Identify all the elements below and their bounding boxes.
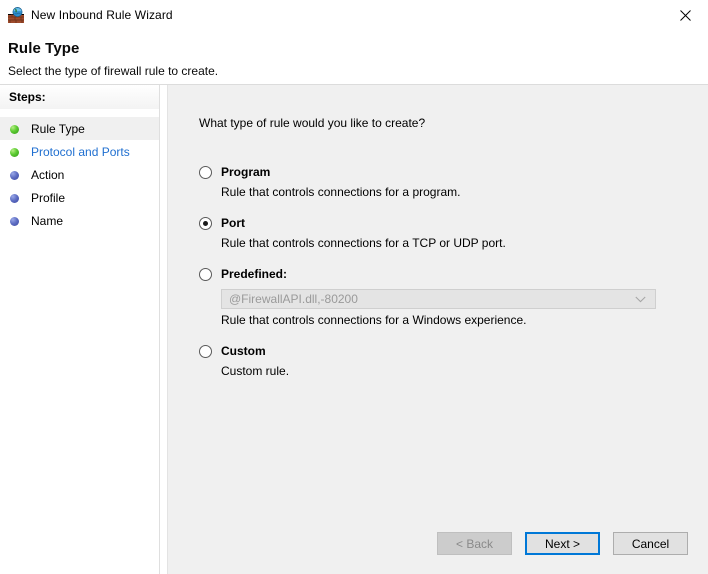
- option-predefined[interactable]: Predefined: @FirewallAPI.dll,-80200 Rule…: [199, 265, 689, 327]
- question-label: What type of rule would you like to crea…: [199, 116, 426, 130]
- option-description: Rule that controls connections for a pro…: [221, 185, 461, 199]
- option-description: Rule that controls connections for a Win…: [221, 313, 527, 327]
- back-button[interactable]: < Back: [437, 532, 512, 555]
- page-header: Rule Type Select the type of firewall ru…: [0, 30, 708, 84]
- option-custom[interactable]: Custom Custom rule.: [199, 342, 689, 378]
- option-label: Custom: [221, 344, 266, 358]
- option-label: Port: [221, 216, 245, 230]
- radio-custom[interactable]: [199, 344, 212, 358]
- sidebar-item-name[interactable]: Name: [0, 209, 159, 232]
- option-label: Program: [221, 165, 271, 179]
- radio-program[interactable]: [199, 165, 212, 179]
- option-label: Predefined:: [221, 267, 288, 281]
- title-bar: New Inbound Rule Wizard: [0, 0, 708, 30]
- steps-heading: Steps:: [9, 90, 46, 104]
- firewall-globe-icon: [8, 7, 24, 23]
- next-button[interactable]: Next >: [525, 532, 600, 555]
- option-description: Rule that controls connections for a TCP…: [221, 236, 506, 250]
- sidebar-item-label[interactable]: Protocol and Ports: [31, 145, 130, 159]
- option-description: Custom rule.: [221, 364, 290, 378]
- step-bullet-icon: [10, 147, 19, 157]
- steps-list: Rule Type Protocol and Ports Action Prof…: [0, 117, 159, 232]
- radio-port[interactable]: [199, 216, 212, 230]
- chevron-down-icon: [635, 296, 646, 303]
- window-title: New Inbound Rule Wizard: [31, 8, 173, 22]
- steps-header: Steps:: [0, 85, 159, 109]
- step-bullet-icon: [10, 124, 19, 134]
- predefined-combobox-value: @FirewallAPI.dll,-80200: [229, 292, 358, 306]
- wizard-buttons: < Back Next > Cancel: [437, 532, 689, 557]
- close-icon[interactable]: [662, 0, 708, 30]
- rule-type-radio-group: Program Rule that controls connections f…: [199, 163, 689, 378]
- steps-sidebar: Steps: Rule Type Protocol and Ports Acti…: [0, 85, 160, 574]
- sidebar-item-label: Name: [31, 213, 64, 228]
- cancel-button[interactable]: Cancel: [613, 532, 688, 555]
- sidebar-item-label: Profile: [31, 190, 66, 205]
- step-bullet-icon: [10, 193, 19, 203]
- sidebar-item-label: Action: [31, 167, 65, 182]
- content-pane: What type of rule would you like to crea…: [167, 85, 708, 574]
- step-bullet-icon: [10, 170, 19, 180]
- page-title: Rule Type: [8, 40, 80, 57]
- sidebar-item-profile[interactable]: Profile: [0, 186, 159, 209]
- step-bullet-icon: [10, 216, 19, 226]
- radio-predefined[interactable]: [199, 267, 212, 281]
- option-program[interactable]: Program Rule that controls connections f…: [199, 163, 689, 199]
- page-subtitle: Select the type of firewall rule to crea…: [8, 64, 219, 78]
- sidebar-item-label: Rule Type: [31, 121, 85, 136]
- sidebar-item-action[interactable]: Action: [0, 163, 159, 186]
- predefined-combobox[interactable]: @FirewallAPI.dll,-80200: [221, 289, 656, 309]
- sidebar-item-protocol-and-ports[interactable]: Protocol and Ports: [0, 140, 159, 163]
- sidebar-item-rule-type[interactable]: Rule Type: [0, 117, 159, 140]
- option-port[interactable]: Port Rule that controls connections for …: [199, 214, 689, 250]
